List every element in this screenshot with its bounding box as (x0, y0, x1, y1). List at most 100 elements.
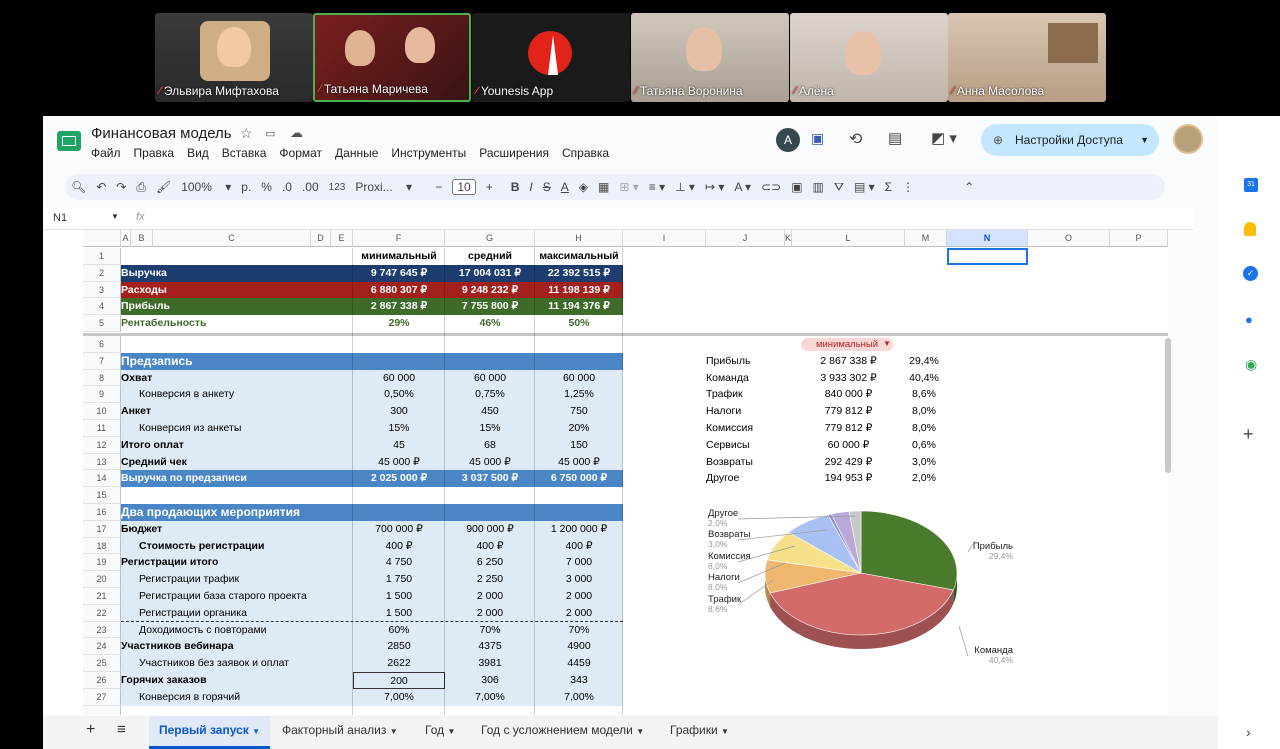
video-tile[interactable]: ⁄ Эльвира Мифтахова (155, 13, 313, 102)
row-header[interactable]: 27 (83, 688, 121, 706)
print-icon[interactable]: ⎙ (136, 180, 146, 195)
menu-item[interactable]: Вставка (222, 146, 267, 160)
column-header[interactable]: E (331, 230, 353, 247)
summary-value[interactable]: 9 747 645 ₽ (353, 264, 445, 282)
row-header[interactable]: 26 (83, 672, 121, 689)
total-value[interactable]: 3 037 500 ₽ (445, 470, 535, 488)
row-header[interactable]: 10 (83, 403, 121, 420)
strikethrough-button[interactable]: S (543, 180, 551, 194)
decrease-decimal-button[interactable]: .0 (282, 180, 292, 194)
breakdown-pct[interactable]: 40,4% (903, 370, 945, 387)
value-cell[interactable]: 45 (353, 436, 445, 454)
section-title[interactable]: Предзапись (121, 352, 623, 370)
tab-menu-icon[interactable]: ▼ (252, 727, 260, 736)
comment-icon[interactable]: ▤ (888, 129, 902, 147)
add-sheet-icon[interactable]: + (86, 721, 95, 739)
wrap-icon[interactable]: ↦ ▾ (705, 180, 724, 194)
name-box[interactable]: N1 (53, 212, 67, 224)
breakdown-pct[interactable]: 3,0% (903, 454, 945, 471)
summary-label[interactable]: Выручка (121, 264, 353, 282)
total-label[interactable]: Выручка по предзаписи (121, 470, 353, 488)
summary-value[interactable]: 6 880 307 ₽ (353, 281, 445, 299)
value-cell[interactable]: 3981 (445, 655, 535, 672)
row-header[interactable]: 9 (83, 386, 121, 404)
value-cell[interactable]: 4459 (535, 655, 623, 672)
row-header[interactable]: 15 (83, 487, 121, 504)
star-icon[interactable]: ☆ (240, 125, 253, 142)
share-button[interactable]: ⊕ Настройки Доступа ▼ (981, 124, 1159, 156)
value-cell[interactable]: 343 (535, 672, 623, 689)
breakdown-label[interactable]: Налоги (706, 403, 805, 420)
breakdown-pct[interactable]: 29,4% (903, 353, 945, 370)
breakdown-pct[interactable]: 8,6% (903, 386, 945, 403)
value-cell[interactable]: 400 ₽ (445, 537, 535, 555)
menu-item[interactable]: Формат (279, 146, 322, 160)
contacts-icon[interactable]: ● (1245, 312, 1256, 327)
comment-add-icon[interactable]: ▣ (791, 180, 802, 194)
breakdown-label[interactable]: Сервисы (706, 437, 805, 454)
zoom-select[interactable]: 100% ▾ (181, 180, 231, 194)
value-cell[interactable]: 15% (353, 420, 445, 437)
value-cell[interactable]: 1,25% (535, 386, 623, 404)
row-label[interactable]: Бюджет (121, 520, 353, 538)
value-cell[interactable]: 15% (445, 420, 535, 437)
row-label[interactable]: Анкет (121, 403, 353, 420)
history-icon[interactable]: ⟲ (849, 129, 862, 149)
row-label[interactable]: Участников вебинара (121, 638, 353, 656)
row-label[interactable]: Регистрации база старого проекта (121, 588, 353, 605)
column-header[interactable]: H (535, 230, 623, 247)
column-header[interactable]: M (905, 230, 947, 247)
column-header[interactable]: P (1110, 230, 1168, 247)
font-size-input[interactable]: 10 (452, 179, 476, 195)
summary-value[interactable]: 50% (535, 315, 623, 332)
row-header[interactable]: 11 (83, 420, 121, 437)
breakdown-label[interactable]: Комиссия (706, 420, 805, 437)
filter-icon[interactable]: ⛛ (834, 180, 844, 195)
value-cell[interactable]: 45 000 ₽ (445, 453, 535, 471)
summary-value[interactable]: 9 248 232 ₽ (445, 281, 535, 299)
value-cell[interactable]: 0,50% (353, 386, 445, 404)
value-cell[interactable]: 306 (445, 672, 535, 689)
value-cell[interactable]: 68 (445, 436, 535, 454)
breakdown-value[interactable]: 194 953 ₽ (792, 470, 905, 487)
row-header[interactable]: 2 (83, 264, 121, 282)
account-avatar[interactable] (1173, 124, 1203, 154)
sheet-tab[interactable]: Год ▼ (415, 716, 465, 749)
value-cell[interactable]: 7,00% (445, 688, 535, 706)
avatar[interactable]: A (776, 128, 800, 152)
borders-icon[interactable]: ▦ (598, 180, 609, 194)
collapse-icon[interactable]: ⌃ (964, 180, 974, 194)
sheet-tab[interactable]: Первый запуск ▼ (149, 716, 271, 749)
column-header[interactable]: I (623, 230, 706, 247)
breakdown-pct[interactable]: 8,0% (903, 420, 945, 437)
value-cell[interactable]: 60% (353, 621, 445, 639)
summary-label[interactable]: Расходы (121, 281, 353, 299)
sheet-tab[interactable]: Год с усложнением модели ▼ (471, 716, 654, 749)
calendar-icon[interactable]: 31 (1244, 178, 1258, 192)
sheet-tab[interactable]: Факторный анализ ▼ (272, 716, 408, 749)
row-header[interactable]: 14 (83, 470, 121, 488)
value-cell[interactable]: 4 750 (353, 554, 445, 572)
select-all-corner[interactable] (83, 230, 121, 247)
summary-value[interactable]: 11 194 376 ₽ (535, 298, 623, 316)
value-cell[interactable]: 2850 (353, 638, 445, 656)
value-cell[interactable]: 750 (535, 403, 623, 420)
value-cell[interactable]: 70% (535, 621, 623, 639)
summary-label[interactable]: Рентабельность (121, 315, 353, 332)
name-box-chevron-icon[interactable]: ▼ (111, 212, 119, 221)
row-header[interactable] (83, 705, 121, 715)
row-header[interactable]: 5 (83, 315, 121, 332)
summary-value[interactable]: 46% (445, 315, 535, 332)
value-cell[interactable]: 200 (353, 672, 445, 689)
tab-menu-icon[interactable]: ▼ (636, 727, 644, 736)
value-cell[interactable]: 7 000 (535, 554, 623, 572)
sheet-grid[interactable]: A B C D E F G H I J K L M N O P 1 минимальный средний макси… (43, 230, 1168, 715)
font-size-decrease-button[interactable]: − (435, 180, 442, 194)
row-header[interactable]: 13 (83, 453, 121, 471)
value-cell[interactable]: 2 000 (535, 604, 623, 622)
valign-icon[interactable]: ⊥ ▾ (675, 180, 695, 194)
value-cell[interactable]: 150 (535, 436, 623, 454)
menu-item[interactable]: Расширения (479, 146, 549, 160)
scenario-header[interactable]: средний (445, 248, 535, 265)
font-size-increase-button[interactable]: + (486, 180, 493, 194)
